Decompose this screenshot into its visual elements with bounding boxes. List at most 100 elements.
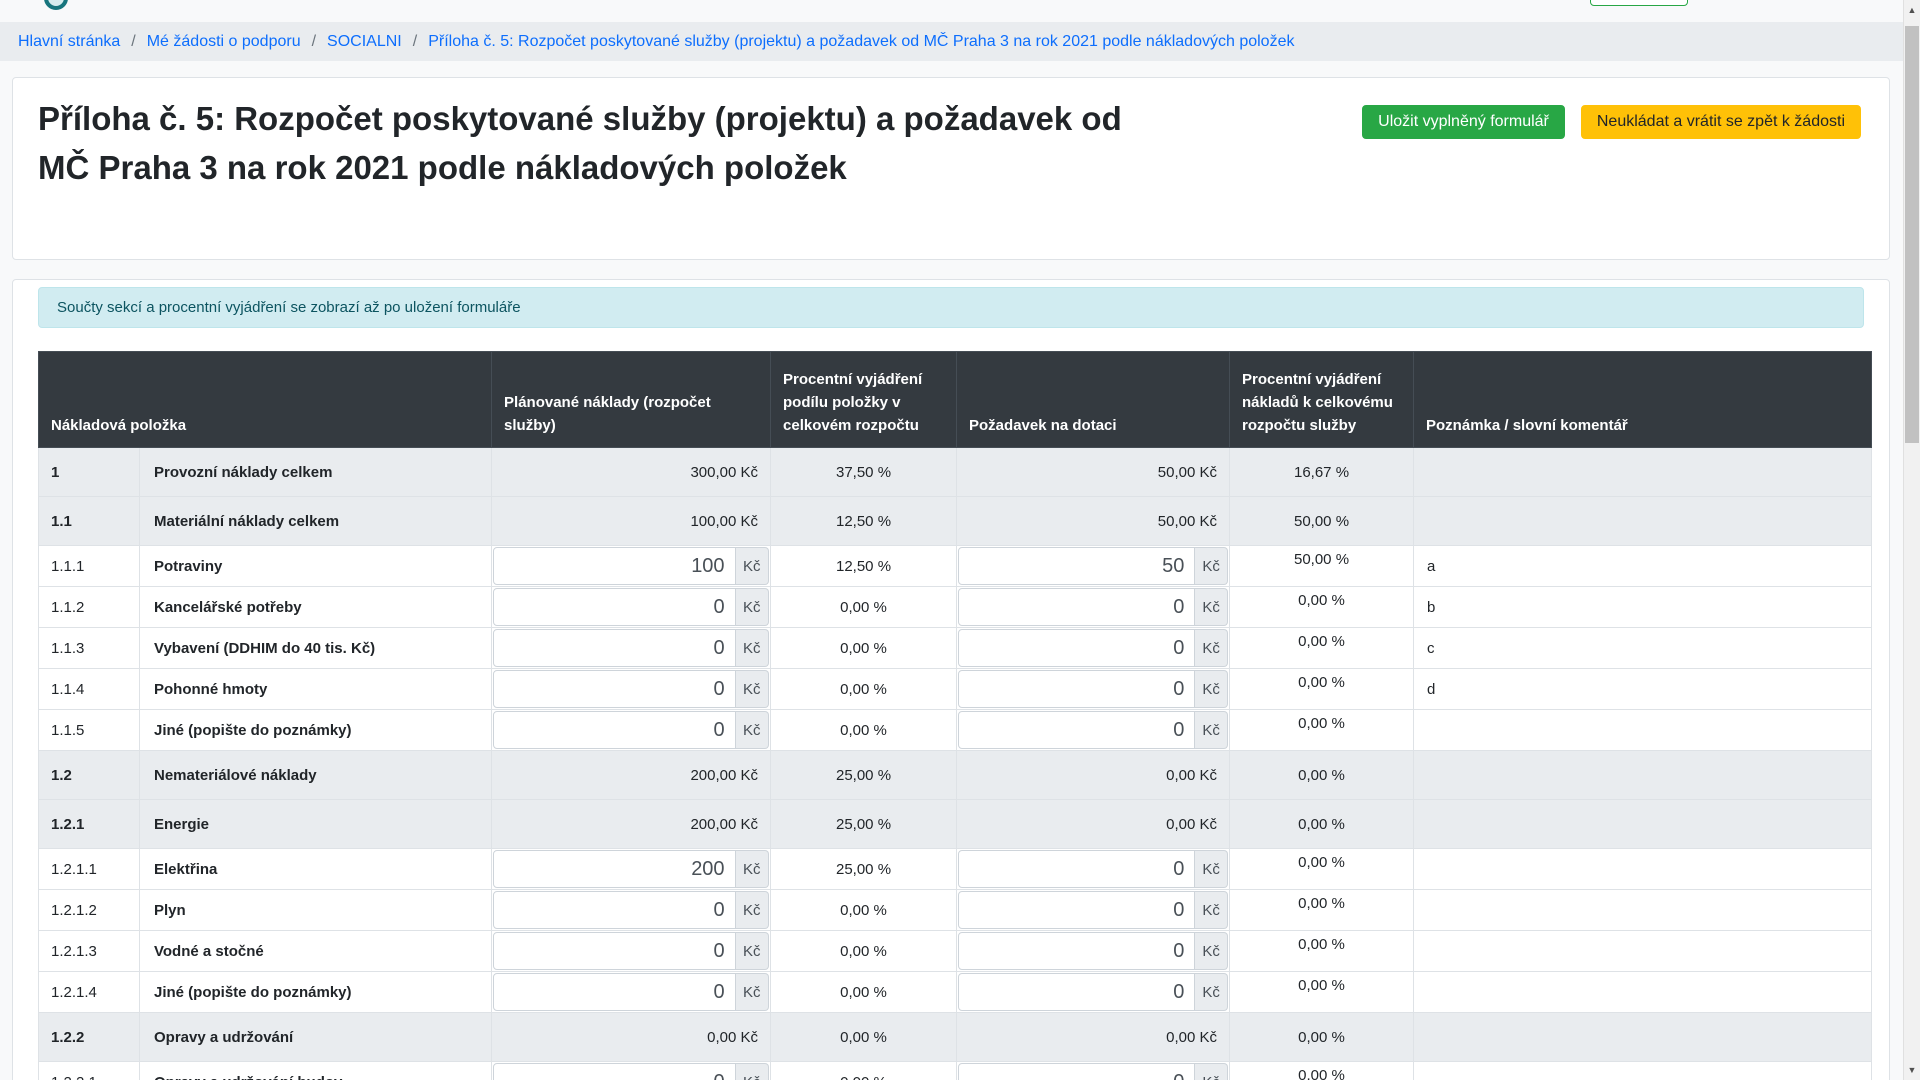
save-form-button[interactable]: Uložit vyplněný formulář [1362, 105, 1565, 139]
percent-total-value: 50,00 % [1230, 497, 1414, 546]
planned-costs-cell: Kč [492, 931, 771, 972]
note-cell [1414, 849, 1872, 890]
row-number: 1.2.1.4 [39, 972, 140, 1013]
breadcrumb: Hlavní stránka / Mé žádosti o podporu / … [0, 22, 1920, 61]
requested-input[interactable] [958, 932, 1195, 970]
table-row: 1.2.1.3 Vodné a stočné Kč 0,00 % Kč 0,00… [39, 931, 1872, 972]
table-row: 1.2.1.4 Jiné (popište do poznámky) Kč 0,… [39, 972, 1872, 1013]
requested-input[interactable] [958, 1063, 1195, 1080]
requested-input[interactable] [958, 711, 1195, 749]
requested-input[interactable] [958, 588, 1195, 626]
planned-costs-cell: Kč [492, 628, 771, 669]
note-cell: a [1414, 546, 1872, 587]
note-cell: d [1414, 669, 1872, 710]
currency-suffix: Kč [736, 711, 769, 749]
requested-cell: Kč [957, 1062, 1230, 1080]
note-cell [1414, 931, 1872, 972]
table-row: 1.1.5 Jiné (popište do poznámky) Kč 0,00… [39, 710, 1872, 751]
title-card: Příloha č. 5: Rozpočet poskytované služb… [12, 77, 1890, 260]
row-name: Materiální náklady celkem [140, 497, 492, 546]
planned-costs-input[interactable] [493, 629, 736, 667]
row-name: Pohonné hmoty [140, 669, 492, 710]
breadcrumb-requests-link[interactable]: Mé žádosti o podporu [147, 33, 301, 51]
planned-costs-input[interactable] [493, 670, 736, 708]
planned-costs-value: 100,00 Kč [492, 497, 771, 546]
scrollbar-thumb[interactable] [1905, 26, 1919, 443]
planned-costs-input[interactable] [493, 973, 736, 1011]
row-number: 1 [39, 448, 140, 497]
requested-input[interactable] [958, 547, 1195, 585]
percent-total-value: 0,00 % [1230, 931, 1414, 972]
row-name: Potraviny [140, 546, 492, 587]
percent-share-value: 0,00 % [771, 972, 957, 1013]
percent-total-value: 0,00 % [1230, 1013, 1414, 1062]
row-name: Nemateriálové náklady [140, 751, 492, 800]
requested-input[interactable] [958, 973, 1195, 1011]
planned-costs-input[interactable] [493, 891, 736, 929]
breadcrumb-socialni-link[interactable]: SOCIALNI [327, 33, 402, 51]
planned-costs-input[interactable] [493, 932, 736, 970]
requested-input[interactable] [958, 891, 1195, 929]
breadcrumb-separator: / [131, 33, 135, 51]
currency-suffix: Kč [736, 547, 769, 585]
planned-costs-input[interactable] [493, 547, 736, 585]
note-cell [1414, 710, 1872, 751]
table-row: 1.2.2 Opravy a udržování 0,00 Kč 0,00 % … [39, 1013, 1872, 1062]
currency-suffix: Kč [736, 973, 769, 1011]
note-cell [1414, 497, 1872, 546]
table-row: 1.2.1.1 Elektřina Kč 25,00 % Kč 0,00 % [39, 849, 1872, 890]
planned-costs-value: 300,00 Kč [492, 448, 771, 497]
planned-costs-input[interactable] [493, 1063, 736, 1080]
table-row: 1.2 Nemateriálové náklady 200,00 Kč 25,0… [39, 751, 1872, 800]
row-number: 1.2 [39, 751, 140, 800]
requested-value: 0,00 Kč [957, 1013, 1230, 1062]
note-cell [1414, 890, 1872, 931]
table-row: 1.2.2.1 Opravy a udržování budov Kč 0,00… [39, 1062, 1872, 1080]
note-cell: b [1414, 587, 1872, 628]
requested-cell: Kč [957, 931, 1230, 972]
row-number: 1.1.4 [39, 669, 140, 710]
row-name: Provozní náklady celkem [140, 448, 492, 497]
row-name: Jiné (popište do poznámky) [140, 710, 492, 751]
header-percent-total: Procentní vyjádření nákladů k celkovému … [1230, 352, 1414, 448]
note-cell [1414, 1013, 1872, 1062]
requested-cell: Kč [957, 849, 1230, 890]
page-title: Příloha č. 5: Rozpočet poskytované služb… [38, 94, 1138, 192]
percent-total-value: 0,00 % [1230, 669, 1414, 710]
note-cell [1414, 1062, 1872, 1080]
currency-suffix: Kč [1195, 711, 1228, 749]
requested-input[interactable] [958, 670, 1195, 708]
percent-total-value: 0,00 % [1230, 849, 1414, 890]
requested-cell: Kč [957, 669, 1230, 710]
cancel-return-button[interactable]: Neukládat a vrátit se zpět k žádosti [1581, 105, 1861, 139]
header-note: Poznámka / slovní komentář [1414, 352, 1872, 448]
requested-input[interactable] [958, 850, 1195, 888]
currency-suffix: Kč [736, 850, 769, 888]
requested-input[interactable] [958, 629, 1195, 667]
percent-share-value: 0,00 % [771, 931, 957, 972]
planned-costs-cell: Kč [492, 546, 771, 587]
table-row: 1.2.1.2 Plyn Kč 0,00 % Kč 0,00 % [39, 890, 1872, 931]
planned-costs-value: 200,00 Kč [492, 800, 771, 849]
scroll-down-icon[interactable]: ▼ [1904, 1065, 1920, 1075]
planned-costs-input[interactable] [493, 588, 736, 626]
note-cell [1414, 800, 1872, 849]
row-name: Energie [140, 800, 492, 849]
partial-outline-button[interactable] [1590, 0, 1688, 6]
currency-suffix: Kč [1195, 932, 1228, 970]
note-cell [1414, 448, 1872, 497]
planned-costs-input[interactable] [493, 711, 736, 749]
breadcrumb-home-link[interactable]: Hlavní stránka [18, 33, 120, 51]
percent-share-value: 0,00 % [771, 628, 957, 669]
row-number: 1.2.1.2 [39, 890, 140, 931]
requested-cell: Kč [957, 972, 1230, 1013]
header-requested-grant: Požadavek na dotaci [957, 352, 1230, 448]
percent-share-value: 0,00 % [771, 587, 957, 628]
row-number: 1.2.2 [39, 1013, 140, 1062]
scroll-up-icon[interactable]: ▲ [1904, 5, 1920, 15]
requested-value: 50,00 Kč [957, 448, 1230, 497]
table-row: 1.1.2 Kancelářské potřeby Kč 0,00 % Kč 0… [39, 587, 1872, 628]
row-name: Vodné a stočné [140, 931, 492, 972]
percent-share-value: 0,00 % [771, 1013, 957, 1062]
planned-costs-input[interactable] [493, 850, 736, 888]
